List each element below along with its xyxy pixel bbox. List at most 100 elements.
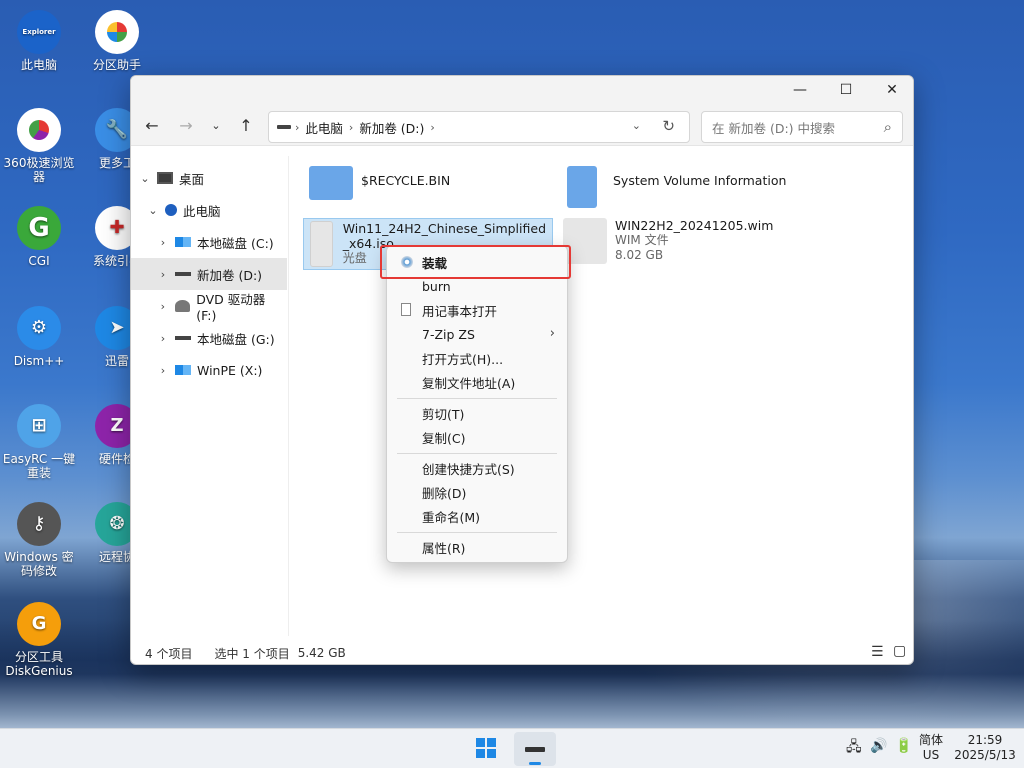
menu-item-label: burn <box>422 278 451 294</box>
up-arrow-icon[interactable]: ↑ <box>233 112 259 138</box>
chevron-down-icon[interactable]: ⌄ <box>145 204 161 217</box>
desktop-icon-cgi[interactable]: G CGI <box>0 206 78 268</box>
menu-item-label: 重命名(M) <box>422 509 481 525</box>
windows-drive-icon <box>175 365 191 375</box>
sidebar-item-d-drive[interactable]: › 新加卷 (D:) <box>131 258 287 290</box>
cgi-icon: G <box>17 206 61 250</box>
sidebar-item-c-drive[interactable]: › 本地磁盘 (C:) <box>131 226 287 258</box>
battery-icon[interactable]: 🔋 <box>895 739 912 754</box>
desktop-icon-diskgenius[interactable]: G 分区工具 DiskGenius <box>0 602 78 678</box>
taskbar-explorer-button[interactable] <box>514 732 556 766</box>
address-dropdown-icon[interactable]: ⌄ <box>632 119 641 132</box>
menu-item-open-notepad[interactable]: 用记事本打开 <box>391 298 563 322</box>
desktop-icon-dism[interactable]: ⚙ Dism++ <box>0 306 78 368</box>
navigation-toolbar: ← → ⌄ ↑ › 此电脑 › 新加卷 (D:) › ⌄ ↻ 在 新加卷 (D:… <box>131 104 913 146</box>
diskgenius-icon: G <box>17 602 61 646</box>
desktop-icon-360-browser[interactable]: 360极速浏览器 <box>0 108 78 184</box>
drive-icon <box>175 336 191 340</box>
file-type: WIM 文件 <box>615 233 669 247</box>
menu-item-delete[interactable]: 删除(D) <box>391 480 563 504</box>
file-item-wim[interactable]: WIN22H2_20241205.wim WIM 文件 8.02 GB <box>563 218 863 270</box>
menu-item-rename[interactable]: 重命名(M) <box>391 504 563 528</box>
drive-icon <box>525 747 545 752</box>
ime-label: 简体 <box>918 733 943 747</box>
sidebar-item-label: DVD 驱动器 (F:) <box>196 292 266 323</box>
clock[interactable]: 21:59 2025/5/13 <box>950 733 1020 763</box>
gears-icon: ⚙ <box>17 306 61 350</box>
refresh-icon[interactable]: ↻ <box>662 117 675 135</box>
desktop-icon-label: 分区助手 <box>92 58 141 72</box>
search-icon: ⌕ <box>883 118 892 136</box>
menu-separator <box>397 398 557 399</box>
chevron-right-icon[interactable]: › <box>155 268 171 281</box>
desktop-icon-easyrc[interactable]: ⊞ EasyRC 一键重装 <box>0 404 78 480</box>
address-bar[interactable]: › 此电脑 › 新加卷 (D:) › ⌄ ↻ <box>268 111 690 143</box>
desktop-icon-windows-password[interactable]: ⚷ Windows 密码修改 <box>0 502 78 578</box>
back-arrow-icon[interactable]: ← <box>139 112 165 138</box>
menu-item-copy[interactable]: 复制(C) <box>391 425 563 449</box>
minimize-button[interactable]: — <box>777 76 823 104</box>
sidebar-item-g-drive[interactable]: › 本地磁盘 (G:) <box>131 322 287 354</box>
menu-item-7zip[interactable]: 7-Zip ZS › <box>391 322 563 346</box>
sidebar-item-this-pc[interactable]: ⌄ 此电脑 <box>131 194 287 226</box>
menu-item-create-shortcut[interactable]: 创建快捷方式(S) <box>391 456 563 480</box>
file-list: $RECYCLE.BIN System Volume Information W… <box>289 156 913 636</box>
clock-time: 21:59 <box>967 733 1003 747</box>
menu-item-copy-path[interactable]: 复制文件地址(A) <box>391 370 563 394</box>
chevron-right-icon[interactable]: › <box>155 300 171 313</box>
sidebar-item-f-drive[interactable]: › DVD 驱动器 (F:) <box>131 290 287 323</box>
chevron-right-icon[interactable]: › <box>155 364 171 377</box>
menu-item-open-with[interactable]: 打开方式(H)... <box>391 346 563 370</box>
close-button[interactable]: ✕ <box>869 76 913 104</box>
drive-icon <box>277 125 291 129</box>
start-button[interactable] <box>476 738 496 758</box>
volume-icon[interactable]: 🔊 <box>870 739 887 754</box>
desktop-icon-label: Windows 密码修改 <box>4 550 74 578</box>
explorer-icon: Explorer <box>17 10 61 54</box>
chevron-right-icon[interactable]: › <box>155 332 171 345</box>
desktop-icon-label: 此电脑 <box>20 58 57 72</box>
maximize-button[interactable]: ☐ <box>823 76 869 104</box>
sidebar-item-desktop[interactable]: ⌄ 桌面 <box>131 162 287 194</box>
desktop-icon-partition-assistant[interactable]: 分区助手 <box>78 10 156 72</box>
file-name: WIN22H2_20241205.wim <box>615 218 774 233</box>
recent-locations-chevron-icon[interactable]: ⌄ <box>203 112 229 138</box>
file-name-line-1: Win11_24H2_Chinese_Simplified <box>342 221 546 236</box>
breadcrumb-this-pc[interactable]: 此电脑 <box>305 118 343 137</box>
menu-item-label: 属性(R) <box>422 540 466 556</box>
menu-item-label: 剪切(T) <box>422 406 465 422</box>
title-bar: — ☐ ✕ <box>131 76 913 104</box>
active-indicator <box>529 762 541 765</box>
sidebar-item-label: WinPE (X:) <box>197 362 263 378</box>
search-placeholder: 在 新加卷 (D:) 中搜索 <box>712 120 836 136</box>
sidebar-item-x-drive[interactable]: › WinPE (X:) <box>131 354 287 386</box>
clock-date: 2025/5/13 <box>954 748 1016 762</box>
taskbar: 🖧 🔊 🔋 简体 US 21:59 2025/5/13 <box>0 728 1024 768</box>
desktop-icon-this-pc[interactable]: Explorer 此电脑 <box>0 10 78 72</box>
folder-icon <box>567 166 597 208</box>
forward-arrow-icon[interactable]: → <box>173 112 199 138</box>
windows-logo-icon: ⊞ <box>17 404 61 448</box>
input-method-indicator[interactable]: 简体 US <box>914 733 948 763</box>
desktop-icon-label: EasyRC 一键重装 <box>2 452 76 480</box>
details-view-icon[interactable]: ☰ <box>871 644 884 660</box>
chevron-down-icon[interactable]: ⌄ <box>137 172 153 185</box>
breadcrumb-separator-icon: › <box>295 120 300 134</box>
chevron-right-icon[interactable]: › <box>155 236 171 249</box>
menu-item-cut[interactable]: 剪切(T) <box>391 401 563 425</box>
menu-item-properties[interactable]: 属性(R) <box>391 535 563 559</box>
menu-item-label: 删除(D) <box>422 485 467 501</box>
menu-item-label: 复制(C) <box>422 430 466 446</box>
breadcrumb-current[interactable]: 新加卷 (D:) <box>359 118 424 137</box>
sidebar-item-label: 此电脑 <box>183 203 221 219</box>
windows-drive-icon <box>175 237 191 247</box>
menu-item-label: 打开方式(H)... <box>422 351 504 367</box>
file-item-recycle-bin[interactable]: $RECYCLE.BIN <box>309 166 549 210</box>
tiles-view-icon[interactable]: ▢ <box>893 643 906 659</box>
menu-separator <box>397 453 557 454</box>
desktop-icon-label: CGI <box>28 254 50 268</box>
network-icon[interactable]: 🖧 <box>846 740 862 755</box>
file-item-system-volume-information[interactable]: System Volume Information <box>567 166 867 210</box>
sidebar-item-label: 本地磁盘 (C:) <box>197 235 274 251</box>
search-box[interactable]: 在 新加卷 (D:) 中搜索 ⌕ <box>701 111 903 143</box>
